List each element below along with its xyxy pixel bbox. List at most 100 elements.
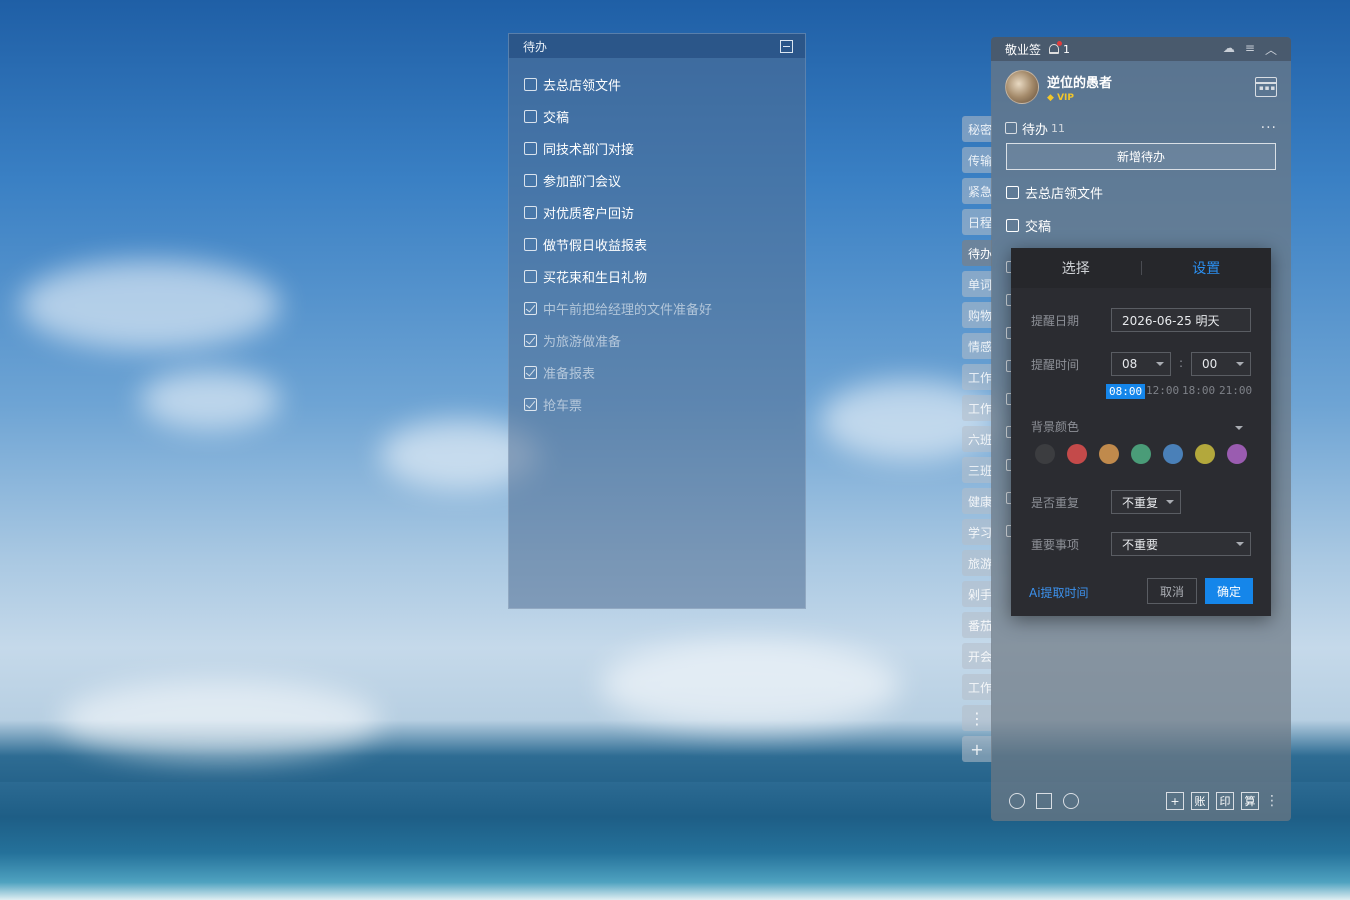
- checkbox[interactable]: [524, 269, 537, 283]
- footer-account-button[interactable]: 账: [1191, 792, 1209, 810]
- checkbox[interactable]: [524, 301, 537, 315]
- category-tab[interactable]: 剁手: [962, 581, 992, 607]
- more-options-icon[interactable]: ···: [1261, 120, 1277, 136]
- color-swatch[interactable]: [1195, 444, 1215, 464]
- clock-icon[interactable]: [1009, 793, 1025, 809]
- color-swatch[interactable]: [1035, 444, 1055, 464]
- quick-time-chip[interactable]: 21:00: [1219, 384, 1252, 397]
- category-tab[interactable]: 学习: [962, 519, 992, 545]
- diamond-icon: ◆: [1047, 92, 1054, 103]
- todo-list: 去总店领文件 交稿同技术部门对接参加部门会议 对优质客户回访 做节假日收益报表 买花束和…: [509, 58, 805, 420]
- important-select[interactable]: 不重要: [1111, 532, 1251, 556]
- category-tab[interactable]: 开会: [962, 643, 992, 669]
- chevron-down-icon[interactable]: [1235, 426, 1243, 430]
- category-tab[interactable]: 情感: [962, 333, 992, 359]
- todo-item[interactable]: 做节假日收益报表: [509, 228, 805, 260]
- hour-value: 08: [1122, 357, 1138, 371]
- category-tab[interactable]: 健康: [962, 488, 992, 514]
- category-tab[interactable]: 旅游: [962, 550, 992, 576]
- todo-item[interactable]: 抢车票: [509, 388, 805, 420]
- search-icon[interactable]: [1063, 793, 1079, 809]
- category-tab[interactable]: 购物: [962, 302, 992, 328]
- todo-item[interactable]: 同技术部门对接: [509, 132, 805, 164]
- quick-time-chip[interactable]: 18:00: [1182, 384, 1215, 397]
- add-tab-button[interactable]: +: [962, 736, 992, 762]
- minute-select[interactable]: 00: [1191, 352, 1251, 376]
- color-swatch[interactable]: [1099, 444, 1119, 464]
- category-tab[interactable]: 六班: [962, 426, 992, 452]
- hour-select[interactable]: 08: [1111, 352, 1171, 376]
- category-tab[interactable]: 传输: [962, 147, 992, 173]
- calendar-icon[interactable]: [1255, 77, 1277, 97]
- checkbox[interactable]: [524, 365, 537, 379]
- checkbox[interactable]: [524, 333, 537, 347]
- list-item[interactable]: 交稿: [991, 209, 1291, 242]
- todo-item[interactable]: 对优质客户回访: [509, 196, 805, 228]
- checkbox[interactable]: [524, 237, 537, 251]
- floating-todo-panel: 待办 去总店领文件 交稿 同技术部门对接 参加部门会议 对优质客户回访 做节假日收益报表买…: [508, 33, 806, 609]
- cloud: [60, 680, 380, 760]
- more-vertical-icon[interactable]: ⋮: [1265, 793, 1279, 809]
- footer-print-button[interactable]: 印: [1216, 792, 1234, 810]
- todo-item[interactable]: 中午前把给经理的文件准备好: [509, 292, 805, 324]
- checkbox[interactable]: [524, 205, 537, 219]
- tab-select[interactable]: 选择: [1011, 258, 1141, 278]
- color-swatch[interactable]: [1067, 444, 1087, 464]
- reminder-date-field[interactable]: 2026-06-25 明天: [1111, 308, 1251, 332]
- add-todo-button[interactable]: 新增待办: [1006, 143, 1276, 170]
- checkbox[interactable]: [524, 77, 537, 91]
- todo-item[interactable]: 交稿: [509, 100, 805, 132]
- category-tab[interactable]: 番茄: [962, 612, 992, 638]
- todo-item[interactable]: 买花束和生日礼物: [509, 260, 805, 292]
- category-tab[interactable]: 紧急: [962, 178, 992, 204]
- footer-calc-button[interactable]: 算: [1241, 792, 1259, 810]
- list-item[interactable]: 去总店领文件: [991, 176, 1291, 209]
- menu-icon[interactable]: ≡: [1245, 41, 1255, 58]
- checkbox[interactable]: [1006, 219, 1019, 232]
- category-tab[interactable]: 工作: [962, 395, 992, 421]
- avatar[interactable]: [1005, 70, 1039, 104]
- category-tab[interactable]: 工作: [962, 674, 992, 700]
- bell-icon[interactable]: [1049, 41, 1063, 54]
- quick-time-chip[interactable]: 12:00: [1146, 384, 1179, 397]
- checkbox[interactable]: [524, 109, 537, 123]
- app-footer: + 账 印 算 ⋮: [991, 781, 1291, 821]
- category-tab[interactable]: 秘密: [962, 116, 992, 142]
- tab-settings[interactable]: 设置: [1142, 258, 1272, 278]
- section-header: 待办 11 ···: [991, 117, 1291, 139]
- color-swatch[interactable]: [1163, 444, 1183, 464]
- category-tab[interactable]: 三班: [962, 457, 992, 483]
- color-swatch[interactable]: [1131, 444, 1151, 464]
- category-tab[interactable]: 日程: [962, 209, 992, 235]
- confirm-button[interactable]: 确定: [1205, 578, 1253, 604]
- checkbox[interactable]: [524, 173, 537, 187]
- todo-item[interactable]: 为旅游做准备: [509, 324, 805, 356]
- todo-item[interactable]: 去总店领文件: [509, 68, 805, 100]
- todo-item-text: 准备报表: [543, 366, 596, 382]
- category-tabs: 秘密 传输 紧急 日程 待办 单词 购物 情感 工作 工作 六班 三班 健康 学习 旅游 剁手 番茄 开会 工作 ⋮ +: [962, 116, 992, 767]
- checkbox[interactable]: [524, 141, 537, 155]
- repeat-select[interactable]: 不重复: [1111, 490, 1181, 514]
- todo-item-text: 中午前把给经理的文件准备好: [543, 302, 713, 318]
- user-name[interactable]: 逆位的愚者: [1047, 72, 1112, 91]
- cancel-button[interactable]: 取消: [1147, 578, 1197, 604]
- footer-add-button[interactable]: +: [1166, 792, 1184, 810]
- checkbox[interactable]: [1006, 186, 1019, 199]
- quick-time-chip[interactable]: 08:00: [1106, 384, 1146, 399]
- todo-item[interactable]: 准备报表: [509, 356, 805, 388]
- collapse-icon[interactable]: ︿: [1265, 41, 1277, 58]
- todo-item[interactable]: 参加部门会议: [509, 164, 805, 196]
- category-tab[interactable]: 工作: [962, 364, 992, 390]
- color-swatch[interactable]: [1227, 444, 1247, 464]
- ai-extract-time-link[interactable]: Ai提取时间: [1029, 584, 1089, 601]
- cloud-sync-icon[interactable]: ☁: [1223, 41, 1235, 58]
- todo-item-text: 同技术部门对接: [543, 142, 635, 158]
- category-tab[interactable]: 待办: [962, 240, 992, 266]
- category-tab[interactable]: 单词: [962, 271, 992, 297]
- more-tabs-button[interactable]: ⋮: [962, 705, 992, 731]
- exit-icon[interactable]: [780, 39, 793, 53]
- checkbox[interactable]: [524, 397, 537, 411]
- cloud: [600, 640, 900, 730]
- checklist-icon[interactable]: [1036, 793, 1052, 809]
- chevron-down-icon: [1236, 362, 1244, 366]
